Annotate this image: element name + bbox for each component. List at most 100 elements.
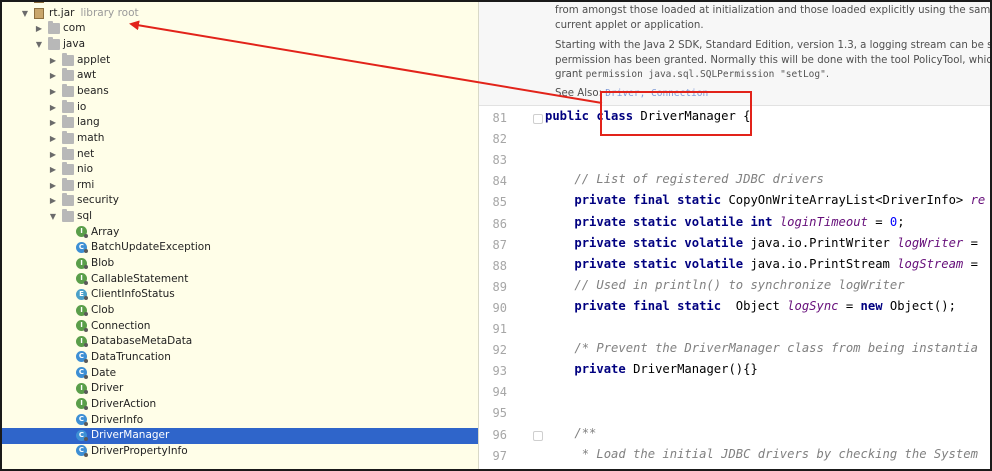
tree-row-package-lang[interactable]: ▶ lang bbox=[2, 115, 478, 131]
tree-node-text: DriverAction bbox=[91, 397, 157, 410]
chevron-right-icon[interactable]: ▶ bbox=[48, 68, 58, 84]
code-token: re bbox=[970, 193, 986, 208]
tree-row-package-math[interactable]: ▶ math bbox=[2, 130, 478, 147]
chevron-right-icon[interactable]: ▶ bbox=[48, 84, 58, 100]
tree-row-class-datatruncation[interactable]: C DataTruncation bbox=[2, 350, 478, 366]
tree-row-package-io[interactable]: ▶ io bbox=[2, 99, 478, 116]
tree-row-class-databasemetadata[interactable]: I DatabaseMetaData bbox=[2, 334, 478, 350]
tree-node-text: BatchUpdateException bbox=[91, 241, 211, 254]
tree-row-class-driver[interactable]: I Driver bbox=[2, 381, 478, 397]
code-token: new bbox=[860, 298, 883, 313]
tree-row-class-connection[interactable]: I Connection bbox=[2, 319, 478, 335]
chevron-right-icon[interactable]: ▶ bbox=[48, 147, 58, 163]
code-token: public bbox=[545, 109, 590, 123]
tree-row-class-driverinfo[interactable]: C DriverInfo bbox=[2, 413, 478, 429]
tree-node-text: applet bbox=[77, 53, 111, 66]
tree-row-class-date[interactable]: C Date bbox=[2, 366, 478, 382]
line-number: 90 bbox=[492, 300, 507, 315]
chevron-right-icon[interactable]: ▶ bbox=[48, 53, 58, 69]
code-token: Object(); bbox=[882, 298, 956, 313]
package-folder-icon bbox=[62, 162, 74, 176]
chevron-right-icon[interactable]: ▶ bbox=[48, 193, 58, 209]
chevron-down-icon[interactable]: ▼ bbox=[34, 37, 44, 53]
tree-row-package-com[interactable]: ▶ com bbox=[2, 21, 478, 37]
code-token: java.io.PrintStream bbox=[743, 256, 898, 271]
code-token: private static volatile int bbox=[574, 214, 773, 229]
tree-node-text: io bbox=[77, 100, 87, 113]
tree-node-text: Connection bbox=[91, 319, 151, 332]
chevron-right-icon[interactable]: ▶ bbox=[48, 100, 58, 116]
code-editor[interactable]: from amongst those loaded at initializat… bbox=[479, 2, 990, 469]
access-modifier-icon bbox=[84, 374, 88, 379]
tree-node-text: ClientInfoStatus bbox=[91, 288, 175, 301]
tree-row-class-clob[interactable]: I Clob bbox=[2, 303, 478, 319]
chevron-right-icon[interactable]: ▶ bbox=[34, 21, 44, 37]
tree-node-label: io bbox=[77, 100, 86, 116]
access-modifier-icon bbox=[84, 437, 88, 442]
line-number: 97 bbox=[492, 448, 507, 463]
tree-row-package-awt[interactable]: ▶ awt bbox=[2, 68, 478, 84]
line-gutter: 81 82 83 84 85 86 87 88 89 90 91 92 93 94 95 96 97 bbox=[479, 106, 543, 469]
line-number: 81 bbox=[492, 111, 507, 125]
line-number: 88 bbox=[492, 258, 507, 273]
fold-marker-icon[interactable] bbox=[533, 114, 543, 124]
tree-node-text: rt.jar bbox=[49, 6, 75, 19]
code-token: ; bbox=[897, 214, 905, 229]
access-modifier-icon bbox=[84, 327, 88, 332]
fold-marker-icon[interactable] bbox=[533, 430, 543, 441]
see-also-links[interactable]: Driver, Connection bbox=[605, 88, 708, 99]
tree-node-text: DriverPropertyInfo bbox=[91, 444, 188, 457]
chevron-right-icon[interactable]: ▶ bbox=[48, 131, 58, 147]
tree-node-label: lang bbox=[77, 115, 100, 131]
tree-row-class-callablestatement[interactable]: I CallableStatement bbox=[2, 272, 478, 288]
tree-row-class-drivermanager[interactable]: C DriverManager bbox=[2, 428, 478, 444]
tree-row-class-driveraction[interactable]: I DriverAction bbox=[2, 397, 478, 413]
code-token: private static volatile bbox=[574, 256, 744, 271]
chevron-down-icon[interactable]: ▼ bbox=[48, 209, 58, 225]
tree-node-label: math bbox=[77, 131, 104, 147]
tree-row-package-net[interactable]: ▶ net bbox=[2, 146, 478, 163]
tree-node-label: awt bbox=[77, 68, 96, 84]
tree-row-class-batchupdateexception[interactable]: C BatchUpdateException bbox=[2, 240, 478, 256]
tree-node-label: Connection bbox=[91, 319, 150, 335]
package-folder-icon bbox=[48, 21, 60, 35]
tree-row-class-clientinfostatus[interactable]: E ClientInfoStatus bbox=[2, 287, 478, 303]
tree-node-text: DriverInfo bbox=[91, 413, 144, 426]
tree-row-rt-jar[interactable]: ▼ rt.jar library root bbox=[2, 6, 478, 22]
line-number: 89 bbox=[492, 279, 507, 294]
tree-node-label: rt.jar library root bbox=[49, 6, 139, 22]
chevron-down-icon[interactable]: ▼ bbox=[20, 6, 30, 22]
javadoc-line: current applet or application. bbox=[555, 20, 704, 31]
chevron-right-icon[interactable]: ▶ bbox=[48, 162, 58, 178]
tree-row-package-java[interactable]: ▼ java bbox=[2, 36, 478, 53]
tree-node-text: DatabaseMetaData bbox=[91, 335, 193, 348]
tree-row-class-array[interactable]: I Array bbox=[2, 225, 478, 241]
code-token: = bbox=[838, 298, 861, 313]
access-modifier-icon bbox=[84, 265, 88, 270]
see-also-label: See Also: bbox=[555, 88, 603, 99]
chevron-right-icon[interactable]: ▶ bbox=[48, 178, 58, 194]
code-token: = bbox=[867, 214, 890, 229]
tree-node-text: net bbox=[77, 147, 95, 160]
access-modifier-icon bbox=[84, 296, 88, 301]
tree-row-package-rmi[interactable]: ▶ rmi bbox=[2, 177, 478, 194]
chevron-right-icon[interactable]: ▶ bbox=[48, 115, 58, 131]
tree-node-text: Clob bbox=[91, 304, 115, 316]
tree-row-class-blob[interactable]: I Blob bbox=[2, 256, 478, 272]
tree-row-package-beans[interactable]: ▶ beans bbox=[2, 83, 478, 100]
tree-row-package-security[interactable]: ▶ security bbox=[2, 193, 478, 209]
tree-row-package-nio[interactable]: ▶ nio bbox=[2, 162, 478, 178]
tree-node-text: security bbox=[77, 194, 119, 207]
code-line: private static volatile java.io.PrintStr… bbox=[545, 257, 978, 271]
tree-node-label: sql bbox=[77, 209, 92, 225]
javadoc-text: . bbox=[825, 69, 830, 80]
tree-row-package-applet[interactable]: ▶ applet bbox=[2, 52, 478, 69]
tree-row-package-sql[interactable]: ▼ sql bbox=[2, 209, 478, 225]
tree-row-class-driverpropertyinfo[interactable]: C DriverPropertyInfo bbox=[2, 444, 478, 460]
code-line: // List of registered JDBC drivers bbox=[545, 172, 823, 186]
project-tree[interactable]: ▶ resources.jar library root ▼ rt.jar library… bbox=[2, 2, 479, 469]
tree-node-text: CallableStatement bbox=[91, 272, 189, 285]
